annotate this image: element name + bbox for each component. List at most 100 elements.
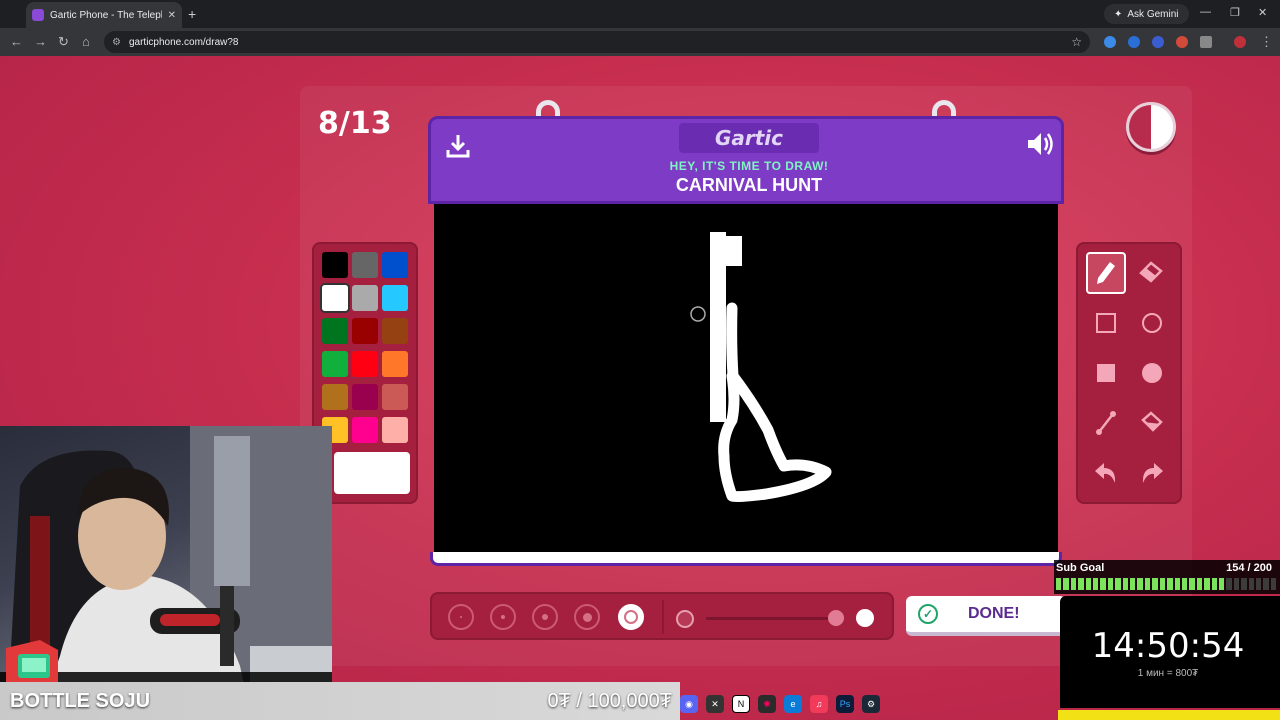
new-tab-button[interactable]: + <box>188 6 196 22</box>
color-swatch[interactable] <box>322 384 348 410</box>
sub-goal-count: 154 / 200 <box>1226 562 1272 574</box>
eraser-fill-icon[interactable] <box>1132 252 1172 294</box>
progress-segment <box>1218 578 1225 590</box>
color-swatch[interactable] <box>322 351 348 377</box>
bookmark-star-icon[interactable]: ☆ <box>1071 35 1082 49</box>
color-swatch[interactable] <box>322 318 348 344</box>
site-info-icon[interactable]: ⚙ <box>112 37 121 48</box>
color-swatch[interactable] <box>352 285 378 311</box>
ellipse-filled-icon[interactable] <box>1132 352 1172 394</box>
close-tab-icon[interactable]: ✕ <box>168 10 176 21</box>
progress-segment <box>1189 578 1195 590</box>
color-swatch[interactable] <box>382 351 408 377</box>
extensions-puzzle-icon[interactable] <box>1200 36 1212 48</box>
xbox-icon[interactable]: ✕ <box>706 695 724 713</box>
bucket-icon[interactable] <box>1132 402 1172 444</box>
progress-segment <box>1093 578 1099 590</box>
timer-rate: 1 мин = 800₮ <box>1137 668 1199 679</box>
extension-icon[interactable] <box>1152 36 1164 48</box>
speaker-icon[interactable] <box>1025 129 1055 159</box>
color-swatch[interactable] <box>382 384 408 410</box>
opacity-slider-handle[interactable] <box>828 610 844 626</box>
ellipse-outline-icon[interactable] <box>1132 302 1172 344</box>
progress-segment <box>1137 578 1143 590</box>
extension-icon[interactable] <box>1128 36 1140 48</box>
music-icon[interactable]: ♫ <box>810 695 828 713</box>
progress-segment <box>1107 578 1114 590</box>
brush-size-2[interactable] <box>490 604 516 630</box>
color-swatch[interactable] <box>382 252 408 278</box>
ask-gemini-button[interactable]: ✦ Ask Gemini <box>1104 4 1189 24</box>
sub-goal-progress-bar <box>1056 578 1277 590</box>
line-icon[interactable] <box>1086 402 1126 444</box>
progress-segment <box>1115 578 1121 590</box>
minimize-icon[interactable]: — <box>1200 6 1211 18</box>
color-swatch[interactable] <box>352 384 378 410</box>
extension-icon[interactable] <box>1104 36 1116 48</box>
sub-goal-widget: Sub Goal 154 / 200 <box>1054 560 1280 594</box>
extension-icon[interactable] <box>1176 36 1188 48</box>
done-label: DONE! <box>968 605 1020 622</box>
ask-gemini-label: Ask Gemini <box>1127 8 1179 20</box>
progress-segment <box>1233 578 1240 590</box>
home-icon[interactable]: ⌂ <box>82 34 90 49</box>
color-swatch[interactable] <box>382 285 408 311</box>
color-swatch[interactable] <box>352 417 378 443</box>
app-icon[interactable]: ✺ <box>758 695 776 713</box>
card-header: Gartic HEY, IT'S TIME TO DRAW! CARNIVAL … <box>428 116 1064 204</box>
taskbar-icons: ◉ ✕ N ✺ e ♫ Ps ⚙ <box>680 692 904 716</box>
gartic-favicon-icon <box>32 9 44 21</box>
gemini-sparkle-icon: ✦ <box>1114 8 1123 20</box>
photoshop-icon[interactable]: Ps <box>836 695 854 713</box>
color-swatch[interactable] <box>352 318 378 344</box>
menu-kebab-icon[interactable]: ⋮ <box>1260 34 1273 50</box>
edge-icon[interactable]: e <box>784 695 802 713</box>
progress-segment <box>1167 578 1173 590</box>
color-swatch[interactable] <box>382 417 408 443</box>
back-icon[interactable]: ← <box>10 34 23 49</box>
tab-title: Gartic Phone - The Telephone G <box>50 9 162 21</box>
opacity-slider[interactable] <box>706 617 836 620</box>
address-bar[interactable]: ⚙ garticphone.com/draw?8 ☆ <box>104 31 1090 53</box>
close-window-icon[interactable]: ✕ <box>1258 6 1267 19</box>
done-button[interactable]: ✓ DONE! <box>906 596 1066 636</box>
color-swatch[interactable] <box>352 351 378 377</box>
forward-icon[interactable]: → <box>34 34 47 49</box>
undo-icon[interactable] <box>1086 452 1126 494</box>
progress-segment <box>1248 578 1254 590</box>
color-swatch[interactable] <box>382 318 408 344</box>
steam-icon[interactable]: ⚙ <box>862 695 880 713</box>
pencil-icon[interactable] <box>1086 252 1126 294</box>
progress-segment <box>1056 578 1062 590</box>
progress-segment <box>1263 578 1269 590</box>
drawing-canvas[interactable] <box>434 204 1058 554</box>
color-swatch[interactable] <box>322 252 348 278</box>
rect-filled-icon[interactable] <box>1086 352 1126 394</box>
color-swatch[interactable] <box>352 252 378 278</box>
brush-size-5[interactable] <box>618 604 644 630</box>
notion-icon[interactable]: N <box>732 695 750 713</box>
rect-outline-icon[interactable] <box>1086 302 1126 344</box>
reload-icon[interactable]: ↻ <box>58 34 69 50</box>
profile-avatar[interactable] <box>1234 36 1246 48</box>
color-swatch[interactable] <box>322 285 348 311</box>
opacity-high-icon <box>856 609 874 627</box>
progress-segment <box>1181 578 1188 590</box>
brush-size-1[interactable] <box>448 604 474 630</box>
discord-icon[interactable]: ◉ <box>680 695 698 713</box>
restore-icon[interactable]: ❐ <box>1230 6 1240 19</box>
timer-value: 14:50:54 <box>1091 626 1245 666</box>
prompt-word: CARNIVAL HUNT <box>675 175 823 195</box>
theme-toggle-icon[interactable] <box>1126 102 1176 152</box>
progress-segment <box>1063 578 1069 590</box>
download-icon[interactable] <box>445 133 471 159</box>
drawing-strokes <box>690 232 832 503</box>
redo-icon[interactable] <box>1132 452 1172 494</box>
opacity-low-icon <box>676 610 694 628</box>
progress-segment <box>1070 578 1077 590</box>
timer-progress-bar <box>1058 710 1280 720</box>
browser-tab[interactable]: Gartic Phone - The Telephone G ✕ <box>26 2 182 28</box>
brush-size-3[interactable] <box>532 604 558 630</box>
brush-size-4[interactable] <box>574 604 600 630</box>
progress-segment <box>1196 578 1203 590</box>
